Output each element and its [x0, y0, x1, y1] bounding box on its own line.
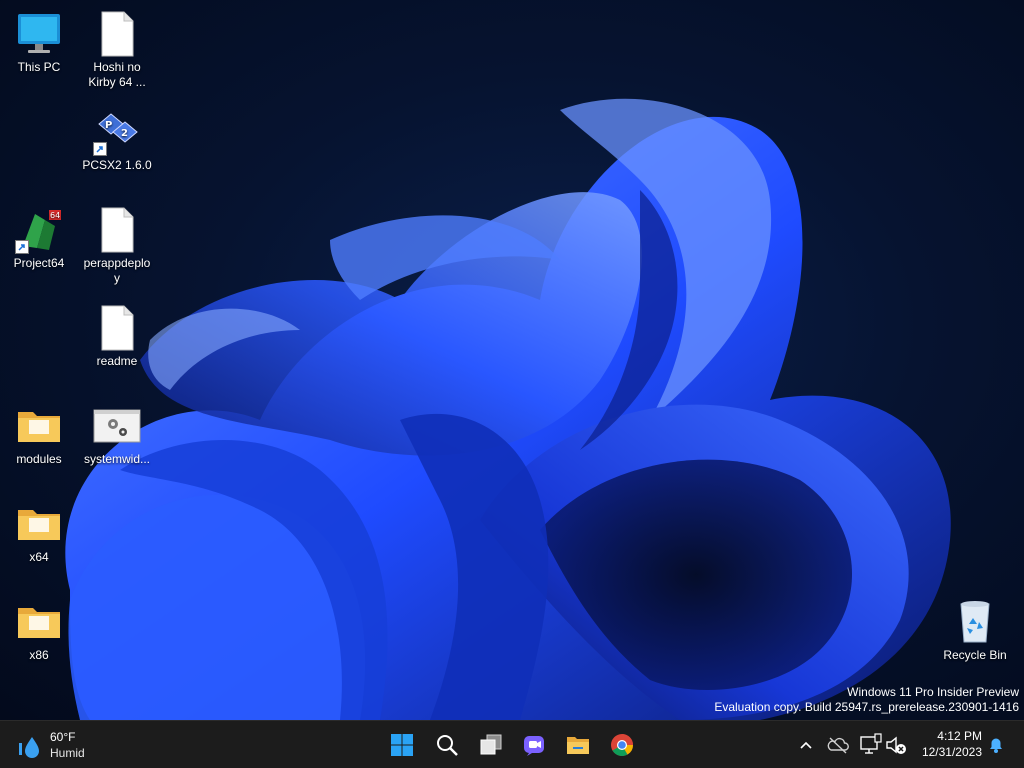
search-icon	[437, 735, 458, 756]
desktop-icon-label: perappdeploy	[83, 256, 151, 285]
chrome-icon	[611, 734, 633, 756]
recycle-bin-icon	[951, 598, 999, 646]
network-icon[interactable]	[858, 733, 882, 757]
evaluation-watermark: Windows 11 Pro Insider Preview Evaluatio…	[714, 685, 1019, 715]
desktop-icon-label: Project64	[13, 256, 65, 270]
weather-widget[interactable]: 60°F Humid	[14, 727, 104, 763]
desktop-icon-x86[interactable]: x86	[1, 592, 77, 682]
desktop-icon-label: readme	[96, 354, 138, 368]
search-button[interactable]	[427, 725, 467, 765]
svg-text:64: 64	[50, 211, 60, 220]
folder-icon	[15, 402, 63, 450]
desktop-icon-hoshi-no-kirby[interactable]: Hoshi no Kirby 64 ...	[79, 4, 155, 94]
taskbar: 60°F Humid 4:12 PM 12/31/2023	[0, 720, 1024, 768]
chevron-up-icon[interactable]	[796, 735, 816, 755]
desktop-icon-recycle-bin[interactable]: Recycle Bin	[937, 592, 1013, 682]
weather-condition: Humid	[50, 746, 85, 760]
desktop[interactable]: This PC Hoshi no Kirby 64 ... P 2 PCSX2 …	[0, 0, 1024, 720]
blank-file-icon	[93, 304, 141, 352]
desktop-icon-readme[interactable]: readme	[79, 298, 155, 388]
desktop-icon-pcsx2[interactable]: P 2 PCSX2 1.6.0	[79, 102, 155, 192]
clock-time: 4:12 PM	[937, 729, 982, 743]
chat-button[interactable]	[514, 725, 554, 765]
onedrive-icon[interactable]	[826, 733, 850, 757]
shortcut-arrow-icon	[15, 240, 29, 254]
shortcut-arrow-icon	[93, 142, 107, 156]
desktop-icon-modules[interactable]: modules	[1, 396, 77, 486]
folder-icon	[15, 598, 63, 646]
desktop-icon-label: modules	[16, 452, 62, 466]
chrome-button[interactable]	[602, 725, 642, 765]
desktop-icon-label: PCSX2 1.6.0	[82, 158, 152, 172]
task-view-button[interactable]	[471, 725, 511, 765]
volume-muted-icon[interactable]	[884, 733, 908, 757]
blank-file-icon	[93, 206, 141, 254]
windows-start-icon	[391, 734, 413, 756]
notification-bell-icon[interactable]	[986, 735, 1006, 755]
desktop-icon-label: x64	[29, 550, 49, 564]
desktop-icon-label: systemwid...	[83, 452, 150, 466]
start-button[interactable]	[382, 725, 422, 765]
desktop-icon-project64[interactable]: 64 Project64	[1, 200, 77, 290]
weather-temperature: 60°F	[50, 730, 76, 744]
desktop-icon-label: Recycle Bin	[943, 648, 1007, 662]
clock-date: 12/31/2023	[921, 745, 982, 759]
settings-file-icon	[93, 402, 141, 450]
file-explorer-button[interactable]	[558, 725, 598, 765]
pcsx2-logo-icon: P 2	[93, 108, 141, 156]
blank-file-icon	[93, 10, 141, 58]
folder-icon	[15, 500, 63, 548]
raindrop-icon	[18, 735, 42, 759]
watermark-edition: Windows 11 Pro Insider Preview	[847, 685, 1019, 699]
system-clock[interactable]: 4:12 PM 12/31/2023	[908, 728, 982, 760]
teams-chat-icon	[524, 736, 544, 756]
computer-monitor-icon	[15, 10, 63, 58]
svg-text:P: P	[105, 120, 112, 131]
desktop-icon-this-pc[interactable]: This PC	[1, 4, 77, 94]
desktop-icon-label: x86	[29, 648, 49, 662]
project64-logo-icon: 64	[15, 206, 63, 254]
desktop-icon-x64[interactable]: x64	[1, 494, 77, 584]
desktop-icon-systemwide[interactable]: systemwid...	[79, 396, 155, 486]
desktop-icon-label: This PC	[17, 60, 61, 74]
svg-text:2: 2	[121, 128, 128, 139]
desktop-icon-perappdeploy[interactable]: perappdeploy	[79, 200, 155, 290]
desktop-icon-label: Hoshi no Kirby 64 ...	[88, 60, 146, 89]
watermark-build: Evaluation copy. Build 25947.rs_prerelea…	[714, 700, 1019, 714]
task-view-icon	[480, 734, 502, 755]
file-explorer-icon	[567, 737, 589, 754]
